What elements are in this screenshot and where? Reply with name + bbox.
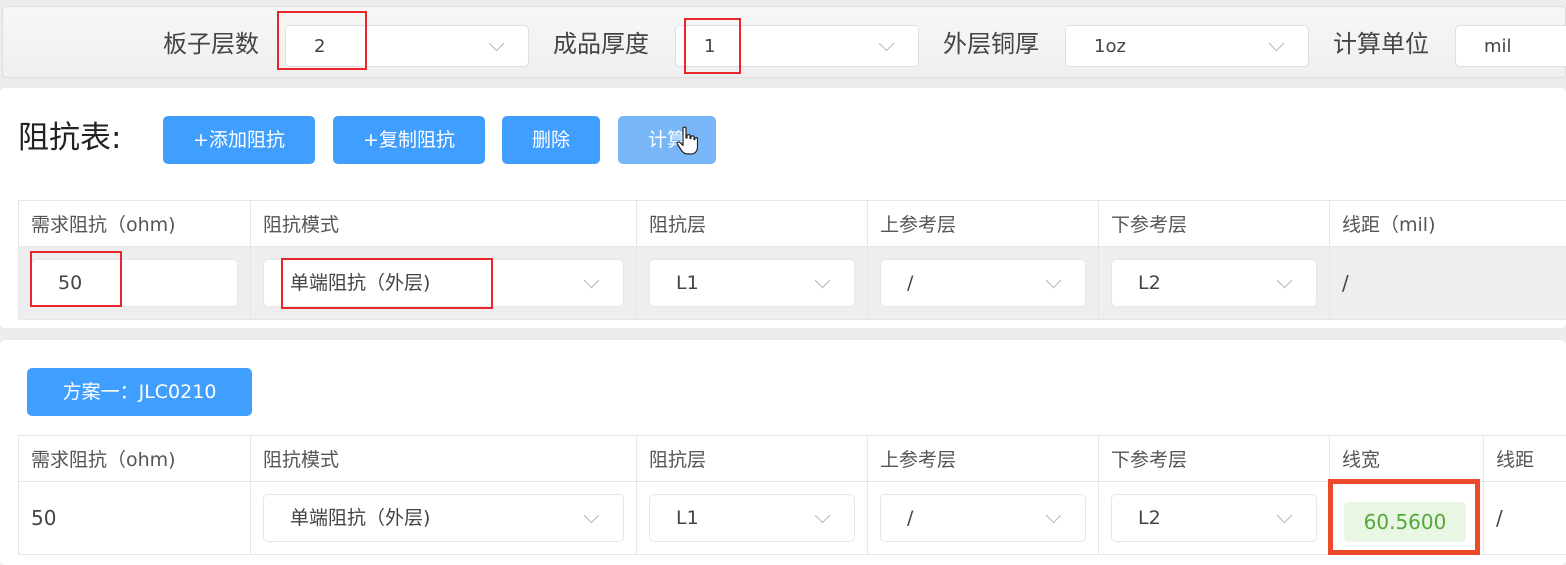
column-header-line-width: 线宽 [1329, 435, 1484, 482]
required-impedance-cell: 50 [18, 246, 251, 320]
impedance-mode-value: 单端阻抗（外层) [290, 272, 431, 294]
outer-copper-label: 外层铜厚 [943, 30, 1039, 58]
required-impedance-cell: 50 [18, 481, 251, 555]
chevron-down-icon [583, 272, 600, 289]
lower-ref-layer-cell: L2 [1098, 481, 1330, 555]
line-spacing-value: / [1342, 271, 1349, 295]
column-header-required-impedance: 需求阻抗（ohm) [18, 435, 251, 482]
chevron-down-icon [1268, 35, 1285, 52]
impedance-table-title: 阻抗表: [18, 120, 122, 156]
required-impedance-value: 50 [31, 506, 57, 530]
impedance-mode-cell: 单端阻抗（外层) [250, 246, 637, 320]
chevron-down-icon [1045, 507, 1062, 524]
table-header-row: 需求阻抗（ohm) 阻抗模式 阻抗层 上参考层 下参考层 线宽 线距 [18, 435, 1566, 482]
column-header-line-spacing: 线距（mil) [1329, 200, 1566, 247]
board-settings-bar: 板子层数 2 成品厚度 1 外层铜厚 1oz 计算单位 mil [2, 6, 1566, 78]
column-header-lower-ref-layer: 下参考层 [1098, 200, 1330, 247]
upper-ref-layer-cell: / [867, 481, 1099, 555]
column-header-upper-ref-layer: 上参考层 [867, 435, 1099, 482]
table-row: 50 单端阻抗（外层) L1 / [18, 246, 1566, 320]
lower-ref-layer-select[interactable]: L2 [1111, 259, 1317, 307]
copy-impedance-button[interactable]: +复制阻抗 [333, 116, 485, 164]
table-header-row: 需求阻抗（ohm) 阻抗模式 阻抗层 上参考层 下参考层 线距（mil) [18, 200, 1566, 247]
upper-ref-layer-value: / [907, 272, 914, 294]
column-header-impedance-layer: 阻抗层 [636, 435, 868, 482]
upper-ref-layer-select[interactable]: / [880, 259, 1086, 307]
scheme-tab-button[interactable]: 方案一：JLC0210 [27, 368, 252, 416]
lower-ref-layer-cell: L2 [1098, 246, 1330, 320]
impedance-layer-cell: L1 [636, 481, 868, 555]
impedance-mode-cell: 单端阻抗（外层) [250, 481, 637, 555]
upper-ref-layer-select[interactable]: / [880, 494, 1086, 542]
result-table: 需求阻抗（ohm) 阻抗模式 阻抗层 上参考层 下参考层 线宽 线距 50 单端… [18, 435, 1566, 555]
chevron-down-icon [583, 507, 600, 524]
lower-ref-layer-select[interactable]: L2 [1111, 494, 1317, 542]
column-header-impedance-mode: 阻抗模式 [250, 435, 637, 482]
chevron-down-icon [488, 35, 505, 52]
column-header-required-impedance: 需求阻抗（ohm) [18, 200, 251, 247]
calc-unit-label: 计算单位 [1333, 30, 1429, 58]
calc-unit-select[interactable]: mil [1455, 25, 1566, 67]
board-layers-select[interactable]: 2 [285, 25, 529, 67]
line-spacing-value: / [1496, 506, 1503, 530]
lower-ref-layer-value: L2 [1138, 507, 1161, 529]
impedance-layer-value: L1 [676, 272, 699, 294]
column-header-lower-ref-layer: 下参考层 [1098, 435, 1330, 482]
chevron-down-icon [878, 35, 895, 52]
board-layers-value: 2 [314, 36, 326, 57]
required-impedance-input[interactable]: 50 [31, 259, 238, 307]
outer-copper-value: 1oz [1094, 36, 1126, 57]
finished-thickness-label: 成品厚度 [553, 30, 649, 58]
lower-ref-layer-value: L2 [1138, 272, 1161, 294]
impedance-mode-value: 单端阻抗（外层) [290, 507, 431, 529]
board-layers-label: 板子层数 [163, 30, 259, 58]
upper-ref-layer-cell: / [867, 246, 1099, 320]
line-width-result: 60.5600 [1344, 502, 1466, 542]
line-spacing-cell: / [1329, 246, 1566, 320]
impedance-layer-select[interactable]: L1 [649, 259, 855, 307]
chevron-down-icon [1276, 272, 1293, 289]
line-spacing-cell: / [1483, 481, 1566, 555]
calc-unit-value: mil [1484, 36, 1512, 57]
finished-thickness-value: 1 [704, 36, 716, 57]
chevron-down-icon [1045, 272, 1062, 289]
chevron-down-icon [814, 507, 831, 524]
impedance-layer-cell: L1 [636, 246, 868, 320]
impedance-layer-value: L1 [676, 507, 699, 529]
column-header-impedance-layer: 阻抗层 [636, 200, 868, 247]
column-header-impedance-mode: 阻抗模式 [250, 200, 637, 247]
impedance-mode-select[interactable]: 单端阻抗（外层) [263, 494, 624, 542]
calculate-button[interactable]: 计算 [618, 116, 716, 164]
line-width-cell: 60.5600 [1329, 481, 1484, 555]
outer-copper-select[interactable]: 1oz [1065, 25, 1309, 67]
chevron-down-icon [1276, 507, 1293, 524]
impedance-table: 需求阻抗（ohm) 阻抗模式 阻抗层 上参考层 下参考层 线距（mil) 50 … [18, 200, 1566, 320]
impedance-mode-select[interactable]: 单端阻抗（外层) [263, 259, 624, 307]
upper-ref-layer-value: / [907, 507, 914, 529]
chevron-down-icon [814, 272, 831, 289]
impedance-layer-select[interactable]: L1 [649, 494, 855, 542]
column-header-upper-ref-layer: 上参考层 [867, 200, 1099, 247]
required-impedance-value: 50 [58, 272, 83, 294]
add-impedance-button[interactable]: +添加阻抗 [163, 116, 315, 164]
delete-button[interactable]: 删除 [502, 116, 600, 164]
finished-thickness-select[interactable]: 1 [675, 25, 919, 67]
table-row: 50 单端阻抗（外层) L1 / [18, 481, 1566, 555]
hand-pointer-cursor-icon [676, 126, 698, 155]
column-header-line-spacing: 线距 [1483, 435, 1566, 482]
